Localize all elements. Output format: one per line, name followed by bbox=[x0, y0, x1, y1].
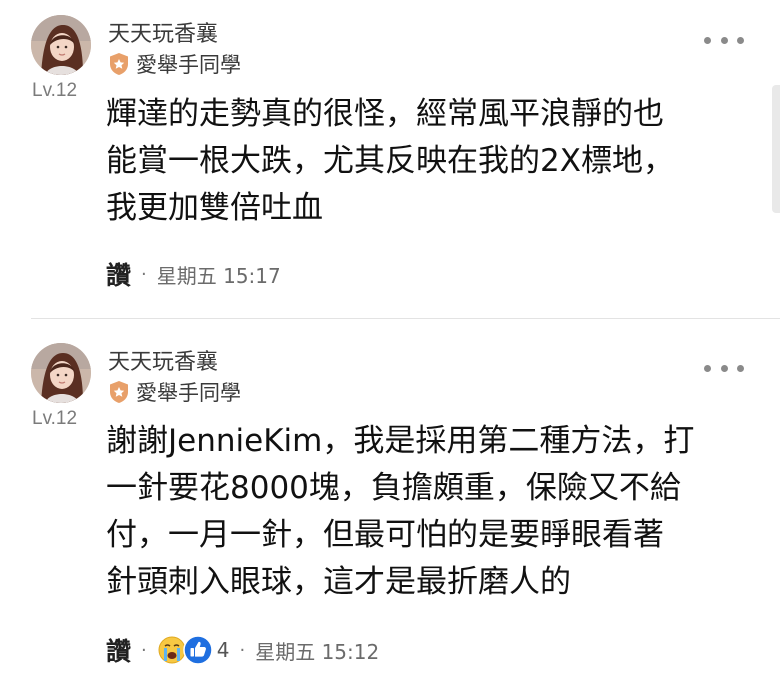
user-avatar-photo bbox=[31, 343, 91, 403]
scrollbar-edge[interactable] bbox=[772, 85, 780, 213]
separator-dot: · bbox=[239, 639, 246, 661]
like-button[interactable]: 讚 bbox=[106, 256, 131, 292]
reaction-count: 4 bbox=[216, 638, 230, 662]
user-level: Lv.12 bbox=[32, 80, 78, 101]
comment-divider bbox=[31, 318, 780, 319]
comment-footer: 讚 · 星期五 15:17 bbox=[106, 258, 281, 290]
comment-text-line: 付，一月一針，但最可怕的是要睜眼看著 bbox=[106, 517, 664, 553]
comment-text-line: 輝達的走勢真的很怪，經常風平浪靜的也 bbox=[106, 96, 664, 132]
shield-badge-icon bbox=[110, 53, 128, 75]
timestamp: 星期五 15:12 bbox=[255, 639, 380, 664]
avatar[interactable] bbox=[31, 15, 91, 75]
user-avatar-photo bbox=[31, 15, 91, 75]
separator-dot: · bbox=[141, 263, 147, 285]
username[interactable]: 天天玩香襄 bbox=[108, 16, 218, 48]
badge-label: 愛舉手同學 bbox=[136, 53, 241, 77]
separator-dot: · bbox=[141, 639, 147, 661]
comment-text: 謝謝JennieKim，我是採用第二種方法，打 一針要花8000塊，負擔頗重，保… bbox=[106, 418, 756, 606]
user-badge: 愛舉手同學 bbox=[108, 377, 241, 407]
comment-footer: 讚 · 4 · 星期五 15:12 bbox=[106, 634, 379, 666]
avatar[interactable] bbox=[31, 343, 91, 403]
more-options-button[interactable] bbox=[704, 31, 744, 49]
more-options-button[interactable] bbox=[704, 359, 744, 377]
comment-text-line: 針頭刺入眼球，這才是最折磨人的 bbox=[106, 564, 571, 600]
timestamp: 星期五 15:17 bbox=[156, 263, 281, 288]
comment-text-line: 一針要花8000塊，負擔頗重，保險又不給 bbox=[106, 470, 681, 506]
user-level: Lv.12 bbox=[32, 408, 78, 429]
more-options-icon-dot bbox=[720, 364, 728, 372]
reactions-summary[interactable]: 4 bbox=[157, 635, 230, 665]
shield-badge-icon bbox=[110, 381, 128, 403]
more-options-icon bbox=[704, 36, 711, 44]
comment-text-line: 謝謝JennieKim，我是採用第二種方法，打 bbox=[106, 423, 695, 459]
thumbs-up-icon bbox=[183, 635, 213, 665]
username[interactable]: 天天玩香襄 bbox=[108, 344, 218, 376]
more-options-icon bbox=[704, 364, 711, 372]
comment-text-line: 能賞一根大跌，尤其反映在我的2X標地， bbox=[106, 143, 674, 179]
comment-text-line: 我更加雙倍吐血 bbox=[106, 190, 323, 226]
more-options-icon-dot bbox=[720, 36, 728, 44]
badge-label: 愛舉手同學 bbox=[136, 381, 241, 405]
user-badge: 愛舉手同學 bbox=[108, 49, 241, 79]
more-options-icon-dot bbox=[737, 36, 744, 44]
comment-text: 輝達的走勢真的很怪，經常風平浪靜的也 能賞一根大跌，尤其反映在我的2X標地， 我… bbox=[106, 91, 756, 232]
more-options-icon-dot bbox=[737, 364, 744, 372]
like-button[interactable]: 讚 bbox=[106, 632, 131, 668]
